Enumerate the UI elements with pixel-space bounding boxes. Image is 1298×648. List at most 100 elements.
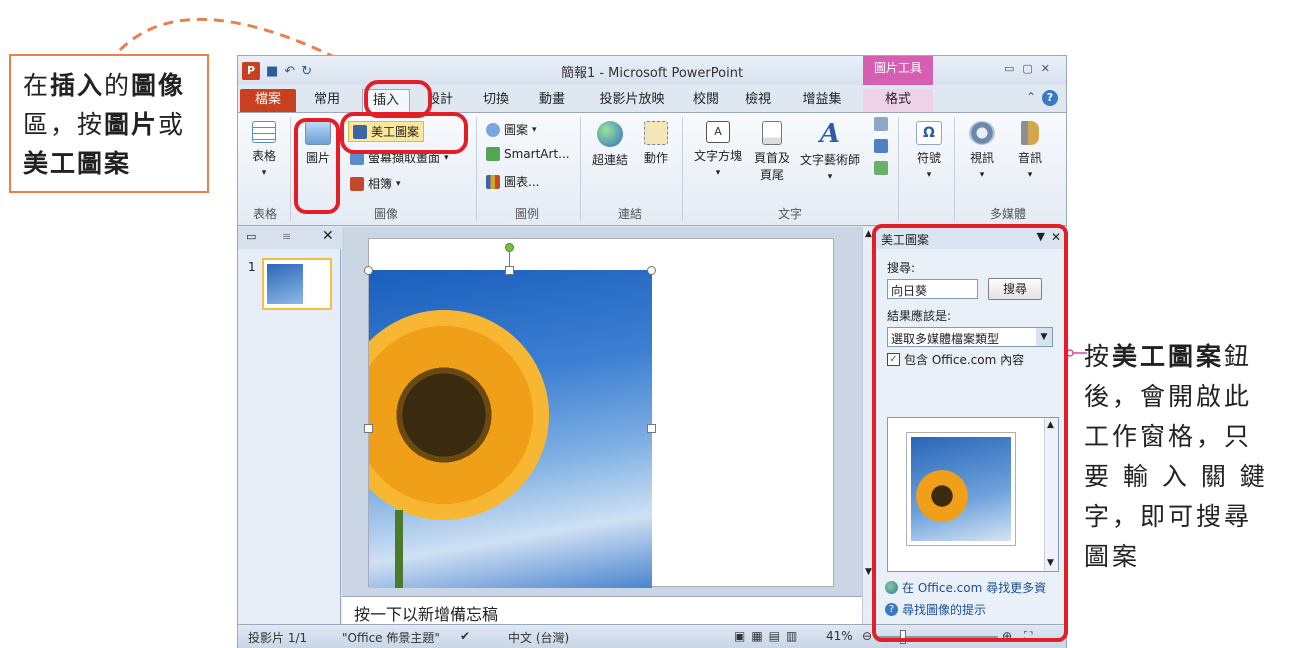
header-footer-label-2: 頁尾 [759,168,784,182]
status-slide-count: 投影片 1/1 [248,631,308,645]
scroll-up-icon[interactable]: ▲ [865,229,872,239]
slides-pane-tabs: ▭ ≡ ✕ [238,227,341,249]
video-label: 視訊 [969,151,994,165]
callout-bold-picture: 圖片 [104,110,159,139]
smartart-icon [486,147,500,161]
group-label-tables: 表格 [252,207,277,221]
speaker-icon [1021,121,1039,145]
tab-format[interactable]: 格式 [863,89,933,112]
chart-label: 圖表... [504,175,540,189]
callout-text: 區，按 [23,110,105,139]
notes-pane[interactable]: 按一下以新增備忘稿 [342,596,862,624]
scroll-down-icon[interactable]: ▼ [865,567,872,577]
table-icon [252,121,276,143]
table-button[interactable]: 表格 ▾ [246,121,282,178]
video-button[interactable]: 視訊 ▾ [962,121,1002,180]
dropdown-arrow-icon: ▾ [396,178,401,189]
wordart-icon: A [819,119,841,149]
resize-handle[interactable] [364,266,373,275]
chart-button[interactable]: 圖表... [486,173,539,190]
callout-text: 後，會開啟此 [1084,382,1253,411]
tab-transitions[interactable]: 切換 [474,89,518,112]
slide-number-icon [874,139,888,153]
dropdown-arrow-icon: ▾ [926,170,932,180]
header-footer-label-1: 頁首及 [753,151,790,165]
picture-tools-context-label: 圖片工具 [863,56,933,85]
minimize-ribbon-icon[interactable]: ⌃ [1026,90,1036,104]
group-label-illustrations: 圖例 [514,207,539,221]
view-buttons[interactable]: ▣▦▤▥ [734,629,803,643]
callout-bold-clipart: 美工圖案 [1112,342,1225,371]
close-pane-icon[interactable]: ✕ [322,228,334,244]
resize-handle[interactable] [364,424,373,433]
audio-button[interactable]: 音訊 ▾ [1010,121,1050,180]
symbol-button[interactable]: Ω 符號 ▾ [906,121,952,180]
notes-placeholder: 按一下以新增備忘稿 [354,605,499,624]
textbox-button[interactable]: A 文字方塊 ▾ [688,121,748,178]
thumbnail-image [267,264,303,304]
zoom-level[interactable]: 41% [826,629,853,643]
window-controls[interactable]: ▭▢✕ [1004,62,1058,75]
dropdown-arrow-icon: ▾ [261,168,267,178]
group-label-links: 連結 [617,207,642,221]
sunflower-picture[interactable] [369,270,652,588]
slide-editing-area [342,227,862,624]
action-button[interactable]: 動作 [638,121,674,166]
group-separator [682,117,683,221]
resize-handle[interactable] [647,424,656,433]
omega-icon: Ω [916,121,942,145]
rotation-handle[interactable] [505,243,514,252]
window-title: 簡報1 - Microsoft PowerPoint [560,66,744,81]
zoom-out-icon[interactable]: ⊖ [862,629,872,643]
status-theme: "Office 佈景主題" [342,631,440,645]
header-footer-icon [762,121,782,145]
tab-addins[interactable]: 增益集 [796,89,848,112]
photo-album-button[interactable]: 相簿 ▾ [350,175,401,192]
slides-tab-icon[interactable]: ▭ [246,230,256,243]
group-separator [898,117,899,221]
resize-handle[interactable] [647,266,656,275]
group-label-media: 多媒體 [989,207,1026,221]
group-separator [580,117,581,221]
text-small-buttons[interactable] [874,117,890,175]
table-label: 表格 [251,149,276,163]
textbox-label: 文字方塊 [693,149,742,163]
title-bar: P ■ ↶ ↻ 簡報1 - Microsoft PowerPoint 圖片工具 … [238,56,1066,85]
spellcheck-icon[interactable]: ✔ [460,629,470,643]
tab-home[interactable]: 常用 [304,89,350,112]
group-separator [476,117,477,221]
wordart-button[interactable]: A 文字藝術師 ▾ [796,121,864,182]
shapes-button[interactable]: 圖案 ▾ [486,121,537,138]
ribbon-tabs: 檔案 常用 插入 設計 切換 動畫 投影片放映 校閱 檢視 增益集 格式 [238,85,1066,112]
slide-canvas[interactable] [364,238,834,588]
help-icon[interactable]: ? [1042,90,1058,106]
callout-bold-insert: 插入 [50,71,105,100]
symbol-label: 符號 [916,151,941,165]
tab-slideshow[interactable]: 投影片放映 [590,89,674,112]
outline-tab-icon[interactable]: ≡ [282,230,291,243]
status-language: 中文 (台灣) [508,631,570,645]
smartart-button[interactable]: SmartArt... [486,147,570,161]
highlight-picture-button [294,118,340,214]
hyperlink-label: 超連結 [591,153,628,167]
tab-view[interactable]: 檢視 [740,89,776,112]
slide-thumbnail[interactable] [262,258,332,310]
callout-text: 鈕 [1224,342,1253,371]
dropdown-arrow-icon: ▾ [532,124,537,135]
dropdown-arrow-icon: ▾ [1027,170,1033,180]
callout-text: 字，即可搜尋 [1084,502,1253,531]
callout-text: 按 [1084,342,1113,371]
callout-text: 或 [158,110,186,139]
tab-animations[interactable]: 動畫 [530,89,574,112]
video-icon [969,121,995,145]
wordart-label: 文字藝術師 [799,153,860,167]
header-footer-button[interactable]: 頁首及 頁尾 [750,121,794,183]
hyperlink-button[interactable]: 超連結 [588,121,632,168]
tab-review[interactable]: 校閱 [688,89,724,112]
highlight-clipart-button [340,112,468,154]
dropdown-arrow-icon: ▾ [444,152,449,163]
sunflower-stem [395,510,403,588]
textbox-icon: A [706,121,730,143]
resize-handle[interactable] [505,266,514,275]
tab-file[interactable]: 檔案 [240,89,296,112]
